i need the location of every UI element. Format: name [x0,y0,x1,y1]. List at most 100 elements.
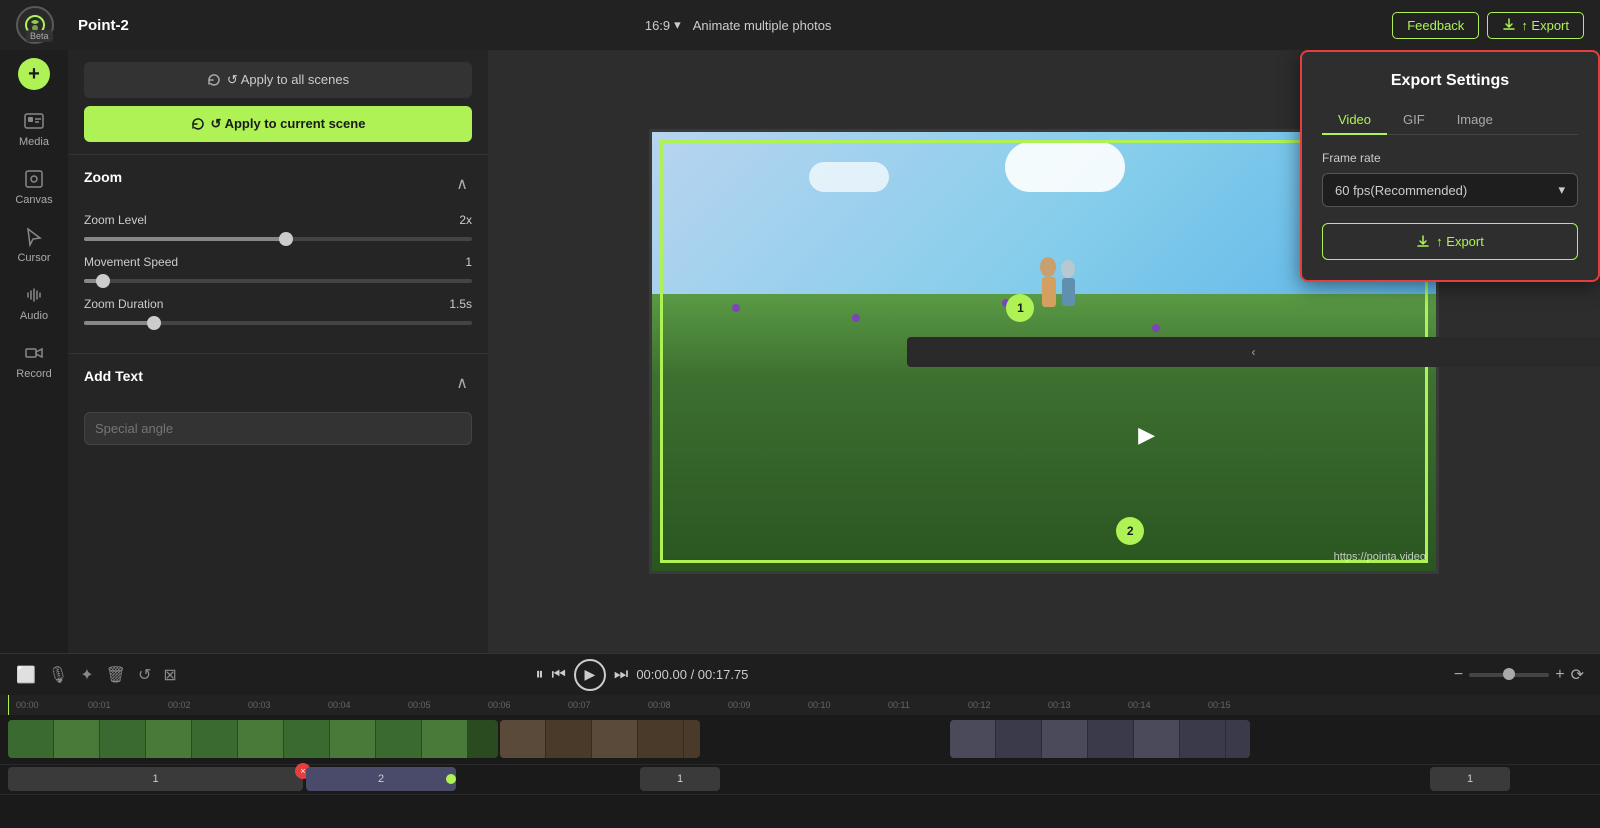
reset-zoom-button[interactable]: ⟳ [1571,665,1584,685]
playhead [8,695,9,715]
zoom-in-button[interactable]: + [1555,666,1564,684]
track-clip-2[interactable] [500,720,700,758]
scene-labels-row: 1 × 2 1 1 [0,765,1600,795]
person-svg [1028,255,1088,325]
ruler-tick: 00:15 [1208,700,1231,710]
zoom-level-slider[interactable] [84,237,472,241]
movement-speed-row: Movement Speed 1 [84,255,472,269]
aspect-ratio-button[interactable]: 16:9 ▾ [645,17,681,33]
zoom-duration-fill [84,321,154,325]
thumb [1042,720,1088,758]
top-bar: Beta Point-2 16:9 ▾ Animate multiple pho… [0,0,1600,50]
thumb [546,720,592,758]
media-label: Media [19,136,49,148]
audio-label: Audio [20,310,48,322]
zoom-out-button[interactable]: − [1454,666,1463,684]
zoom-duration-thumb[interactable] [147,316,161,330]
left-panel: ↺ Apply to all scenes ↺ Apply to current… [68,50,488,653]
add-text-section: Add Text ∧ Special angle [68,353,488,459]
movement-speed-label: Movement Speed [84,255,178,269]
feedback-button[interactable]: Feedback [1392,12,1479,39]
ruler-tick: 00:02 [168,700,191,710]
prev-button[interactable]: ⏮ [552,666,566,684]
scene-3-label[interactable]: 1 [640,767,720,791]
sidebar-item-media[interactable]: Media [0,102,68,156]
zoom-slider[interactable] [1469,673,1549,677]
zoom-collapse-button[interactable]: ∧ [452,174,472,194]
time-display: 00:00.00 / 00:17.75 [636,667,748,682]
zoom-duration-slider[interactable] [84,321,472,325]
thumb [238,720,284,758]
cursor-icon [23,226,45,248]
point-marker-1[interactable]: 1 [1006,294,1034,322]
add-text-collapse-button[interactable]: ∧ [452,373,472,393]
thumb [638,720,684,758]
top-bar-right: Feedback ↑ Export [1392,12,1584,39]
trash-icon[interactable]: ⊠ [163,665,176,685]
zoom-level-fill [84,237,286,241]
mic-icon[interactable]: 🎙 [48,665,68,685]
scene-2-label[interactable]: 2 [306,767,456,791]
ruler-tick: 00:07 [568,700,591,710]
export-settings-panel: Export Settings Video GIF Image Frame ra… [1300,50,1600,282]
apply-current-button[interactable]: ↺ Apply to current scene [84,106,472,142]
next-button[interactable]: ⏭ [614,666,628,684]
sidebar-item-canvas[interactable]: Canvas [0,160,68,214]
undo-icon[interactable]: ↺ [138,665,151,685]
media-icon [23,110,45,132]
effect-icon[interactable]: ✦ [80,665,93,685]
flower [732,304,740,312]
thumb [376,720,422,758]
thumb [500,720,546,758]
apply-all-button[interactable]: ↺ Apply to all scenes [84,62,472,98]
export-top-button[interactable]: ↑ Export [1487,12,1584,39]
thumb [996,720,1042,758]
zoom-duration-value: 1.5s [449,297,472,311]
movement-speed-thumb[interactable] [96,274,110,288]
export-tab-video[interactable]: Video [1322,106,1387,135]
timeline-toolbar: ⬜ 🎙 ✦ 🗑 ↺ ⊠ ⏸ ⏮ ▶ ⏭ 00:00.00 / 00:17.75 … [0,653,1600,695]
ruler-tick: 00:08 [648,700,671,710]
frame-rate-select[interactable]: 60 fps(Recommended) ▾ [1322,173,1578,207]
zoom-level-thumb[interactable] [279,232,293,246]
zoom-duration-label: Zoom Duration [84,297,163,311]
add-button[interactable]: + [18,58,50,90]
play-button[interactable]: ▶ [574,659,606,691]
video-track-clip[interactable] [8,720,498,758]
flower [1152,324,1160,332]
add-text-input[interactable]: Special angle [84,412,472,445]
panel-collapse-arrow[interactable]: ‹ [907,337,1600,367]
audio-icon [23,284,45,306]
zoom-section: Zoom ∧ Zoom Level 2x Movement Speed 1 Zo… [68,154,488,353]
canvas-icon [23,168,45,190]
sidebar-item-cursor[interactable]: Cursor [0,218,68,272]
movement-speed-slider[interactable] [84,279,472,283]
scene-2-marker [446,774,456,784]
ruler-tick: 00:10 [808,700,831,710]
export-tab-gif[interactable]: GIF [1387,106,1441,135]
zoom-thumb[interactable] [1503,668,1515,680]
sidebar-item-record[interactable]: Record [0,334,68,388]
zoom-duration-row: Zoom Duration 1.5s [84,297,472,311]
track-clip-3[interactable] [950,720,1250,758]
sidebar-item-audio[interactable]: Audio [0,276,68,330]
thumb [100,720,146,758]
ruler-tick: 00:09 [728,700,751,710]
export-tab-image[interactable]: Image [1441,106,1509,135]
export-action-button[interactable]: ↑ Export [1322,223,1578,260]
delete-icon[interactable]: 🗑 [106,665,126,685]
export-icon [1502,18,1516,32]
zoom-level-label: Zoom Level [84,213,147,227]
timeline-area: ⬜ 🎙 ✦ 🗑 ↺ ⊠ ⏸ ⏮ ▶ ⏭ 00:00.00 / 00:17.75 … [0,653,1600,828]
video-track-row [0,715,1600,765]
point-marker-2[interactable]: 2 [1116,517,1144,545]
skip-back-button[interactable]: ⏸ [536,666,544,684]
scene-1-label[interactable]: 1 [8,767,303,791]
ruler-tick: 00:13 [1048,700,1071,710]
logo-area: Beta [16,6,54,44]
export-settings-title: Export Settings [1322,72,1578,90]
scene-4-label[interactable]: 1 [1430,767,1510,791]
thumb [1180,720,1226,758]
scene-icon[interactable]: ⬜ [16,665,36,685]
flower [852,314,860,322]
